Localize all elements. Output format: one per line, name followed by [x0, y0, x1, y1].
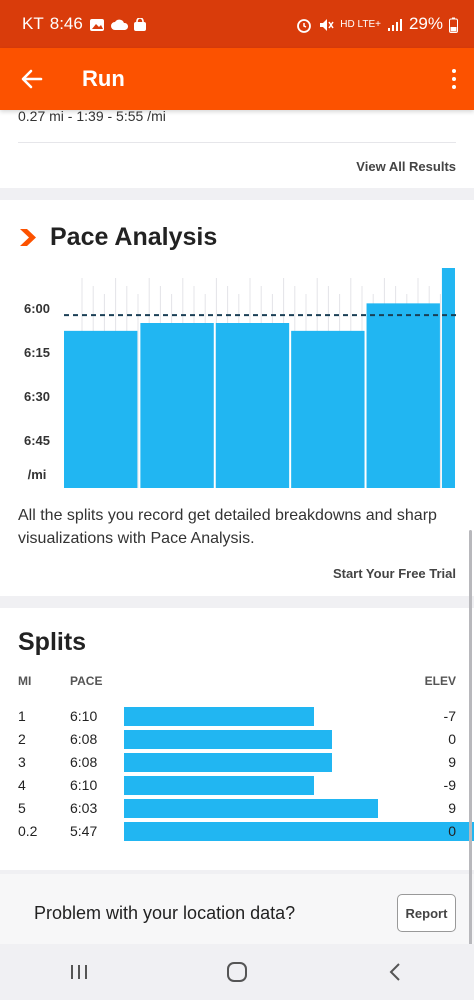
more-options-button[interactable] — [434, 48, 474, 110]
split-pace: 6:03 — [70, 800, 98, 816]
table-row[interactable]: 2 6:08 0 — [0, 729, 474, 751]
back-button[interactable] — [0, 48, 64, 110]
table-row[interactable]: 3 6:08 9 — [0, 752, 474, 774]
y-axis-unit: /mi — [27, 467, 47, 482]
system-back-button[interactable] — [365, 944, 425, 1000]
split-pace: 6:10 — [70, 708, 98, 724]
carrier-label: KT — [22, 14, 44, 33]
pace-bar[interactable] — [441, 268, 455, 488]
arrow-left-icon — [21, 69, 43, 89]
pace-bar[interactable] — [215, 323, 290, 488]
alarm-icon — [296, 17, 312, 33]
split-mile: 5 — [18, 800, 26, 816]
signal-icon — [387, 17, 403, 31]
scrollbar[interactable] — [469, 530, 472, 950]
chevron-right-icon — [20, 229, 36, 246]
split-pace: 5:47 — [70, 823, 98, 839]
y-tick-label: 6:30 — [23, 389, 51, 404]
split-pace-bar — [124, 822, 474, 841]
system-nav-bar — [0, 944, 474, 1000]
report-button[interactable]: Report — [397, 894, 456, 932]
pace-analysis-description: All the splits you record get detailed b… — [18, 507, 437, 547]
cloud-icon — [110, 17, 128, 31]
time-label: 8:46 — [49, 14, 83, 33]
split-mile: 0.2 — [18, 823, 38, 839]
view-all-results-link[interactable]: View All Results — [356, 159, 456, 174]
status-right: HD LTE+ 29% — [296, 14, 458, 34]
column-header-mi: MI — [18, 674, 32, 688]
pace-chart[interactable] — [64, 268, 456, 488]
network-label: HD LTE+ — [340, 18, 381, 30]
splits-card: Splits MI PACE ELEV 1 6:10 -7 2 6:08 0 3 6:08 9 4… — [0, 608, 474, 870]
status-bar: KT 8:46 HD LTE+ 29% — [0, 0, 474, 48]
start-free-trial-link[interactable]: Start Your Free Trial — [333, 566, 456, 581]
split-pace-bar — [124, 753, 332, 772]
split-pace-bar — [124, 730, 332, 749]
gallery-icon — [89, 17, 105, 31]
table-row[interactable]: 0.2 5:47 0 — [0, 821, 474, 843]
recent-apps-icon — [71, 965, 87, 979]
table-row[interactable]: 5 6:03 9 — [0, 798, 474, 820]
location-problem-text: Problem with your location data? — [34, 903, 296, 923]
split-pace-bar — [124, 799, 378, 818]
table-row[interactable]: 1 6:10 -7 — [0, 706, 474, 728]
shopping-bag-icon — [133, 17, 149, 31]
recent-apps-button[interactable] — [49, 944, 109, 1000]
pace-bar[interactable] — [291, 330, 365, 488]
pace-bar[interactable] — [140, 323, 214, 488]
split-mile: 4 — [18, 777, 26, 793]
pace-analysis-title: Pace Analysis — [50, 223, 218, 251]
app-header: Run — [0, 48, 474, 110]
split-pace: 6:08 — [70, 754, 98, 770]
results-card: 0.27 mi - 1:39 - 5:55 /mi View All Resul… — [0, 108, 474, 188]
y-tick-label: 6:15 — [23, 345, 51, 360]
more-vertical-icon — [452, 69, 456, 89]
y-tick-label: 6:00 — [23, 301, 51, 316]
home-button[interactable] — [207, 944, 267, 1000]
pace-bar[interactable] — [366, 303, 440, 488]
split-pace-bar — [124, 707, 314, 726]
chevron-left-icon — [389, 963, 400, 981]
column-header-pace: PACE — [70, 674, 103, 688]
home-icon — [227, 962, 247, 982]
split-elevation: -9 — [443, 777, 456, 793]
split-mile: 2 — [18, 731, 26, 747]
split-elevation: 0 — [448, 823, 456, 839]
table-row[interactable]: 4 6:10 -9 — [0, 775, 474, 797]
split-mile: 1 — [18, 708, 26, 724]
battery-label: 29% — [408, 14, 443, 33]
split-pace: 6:08 — [70, 731, 98, 747]
splits-title: Splits — [18, 628, 87, 656]
app: KT 8:46 HD LTE+ 29% Run 0.27 mi - 1:39 -… — [0, 0, 474, 1000]
pace-bar[interactable] — [64, 330, 138, 488]
pace-analysis-card: Pace Analysis 6:00 6:15 6:30 6:45 /mi Al… — [0, 200, 474, 596]
split-elevation: 9 — [448, 754, 456, 770]
split-elevation: 9 — [448, 800, 456, 816]
split-mile: 3 — [18, 754, 26, 770]
result-row[interactable]: 0.27 mi - 1:39 - 5:55 /mi — [18, 108, 166, 124]
split-elevation: -7 — [443, 708, 456, 724]
location-problem-banner: Problem with your location data? Report — [0, 874, 474, 950]
y-tick-label: 6:45 — [23, 433, 51, 448]
split-pace-bar — [124, 776, 314, 795]
divider — [18, 142, 456, 143]
battery-icon — [449, 17, 458, 33]
column-header-elev: ELEV — [424, 674, 456, 688]
split-pace: 6:10 — [70, 777, 98, 793]
status-left: KT 8:46 — [22, 14, 296, 34]
mute-icon — [318, 17, 334, 31]
page-title: Run — [82, 66, 125, 91]
split-elevation: 0 — [448, 731, 456, 747]
